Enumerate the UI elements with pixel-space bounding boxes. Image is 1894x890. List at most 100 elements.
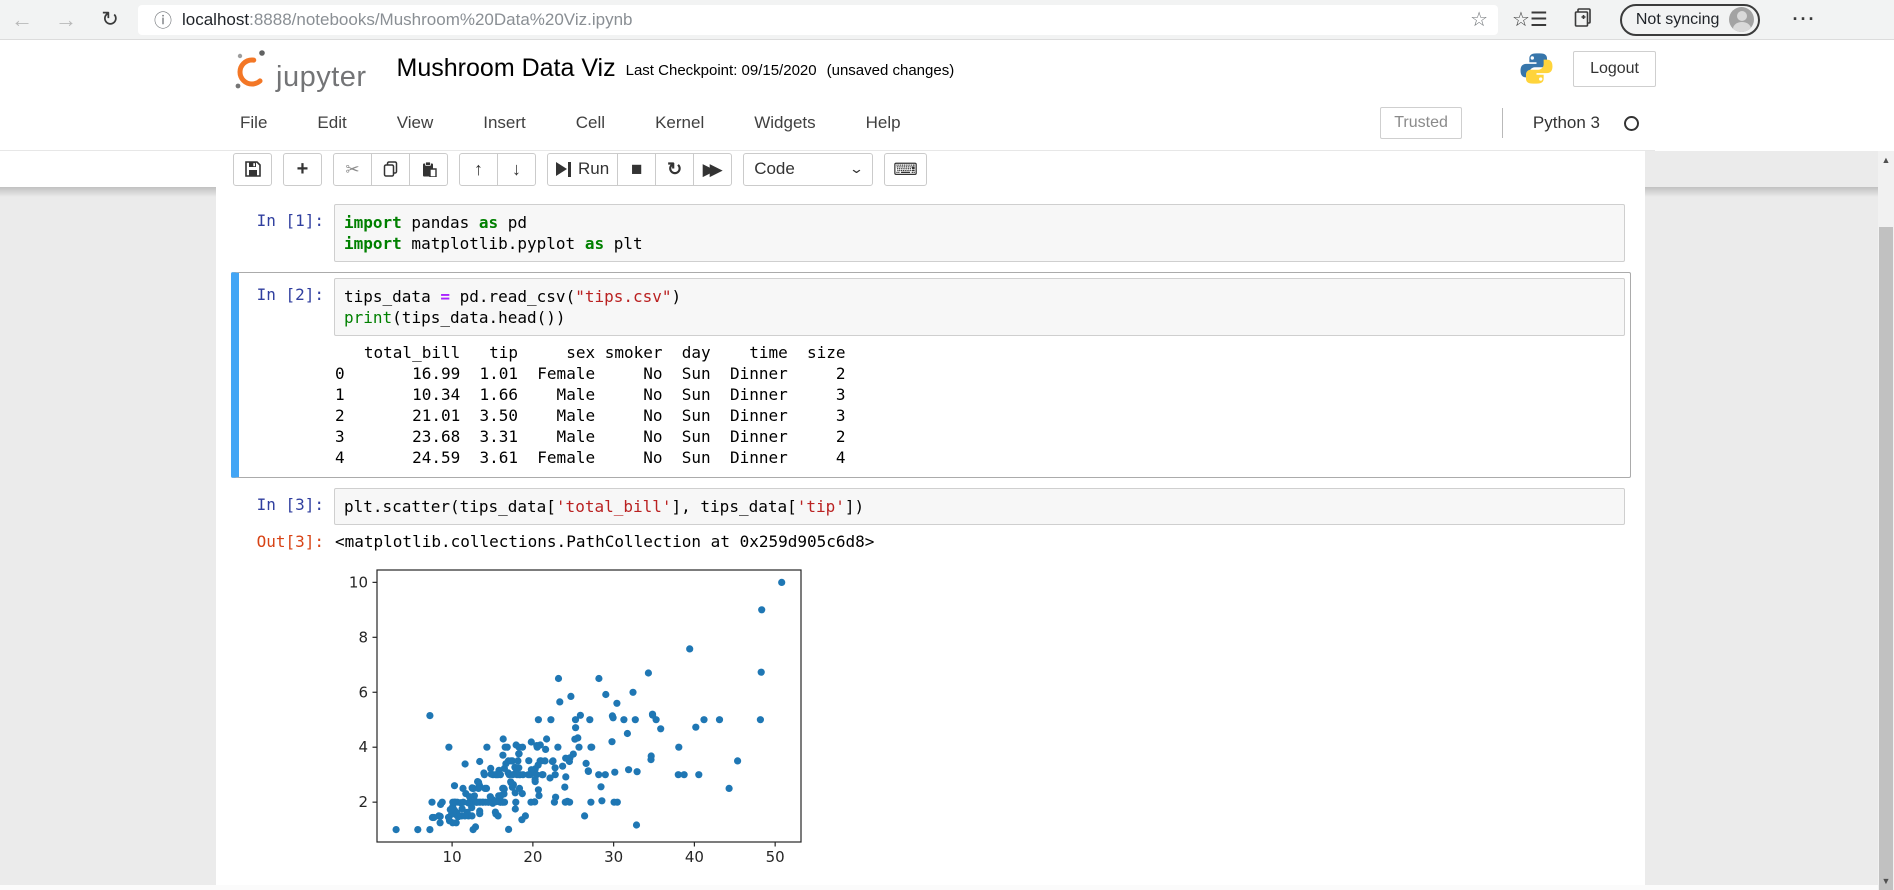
paste-cell-button[interactable] <box>409 152 448 186</box>
code-cell-1[interactable]: In [1]: import pandas as pd import matplot… <box>231 198 1631 268</box>
output-prompt-empty <box>239 558 334 881</box>
cell-type-value: Code <box>754 159 795 178</box>
kernel-name: Python 3 <box>1532 113 1600 132</box>
cut-cell-button[interactable]: ✂ <box>333 152 372 186</box>
add-favorite-icon[interactable]: ☆ <box>1470 7 1488 32</box>
menu-widgets[interactable]: Widgets <box>754 107 815 139</box>
svg-text:8: 8 <box>358 628 368 646</box>
input-prompt: In [3]: <box>256 495 324 514</box>
menu-file[interactable]: File <box>240 107 267 139</box>
jupyter-logo-icon <box>235 49 267 88</box>
notebook-title[interactable]: Mushroom Data Viz <box>397 54 616 83</box>
code-cell-3[interactable]: In [3]: plt.scatter(tips_data['total_bill… <box>231 482 1631 887</box>
svg-text:50: 50 <box>766 848 785 866</box>
favorites-bar-icon[interactable]: ☆☰ <box>1512 7 1548 32</box>
svg-text:6: 6 <box>358 683 368 701</box>
scroll-down-icon[interactable]: ▼ <box>1878 872 1894 890</box>
jupyter-logo-text: jupyter <box>276 60 367 93</box>
restart-kernel-button[interactable]: ↻ <box>655 152 695 186</box>
profile-sync-button[interactable]: Not syncing <box>1619 3 1761 36</box>
logout-button[interactable]: Logout <box>1573 50 1656 87</box>
site-info-icon[interactable]: ⓘ <box>154 7 172 33</box>
svg-text:2: 2 <box>358 793 368 811</box>
keyboard-icon: ⌨ <box>893 159 918 179</box>
svg-text:30: 30 <box>604 848 623 866</box>
restart-run-all-button[interactable]: ▶▶ <box>693 152 733 186</box>
result-repr: <matplotlib.collections.PathCollection a… <box>335 532 875 551</box>
menu-items: File Edit View Insert Cell Kernel Widgets Help <box>240 107 951 139</box>
save-button[interactable] <box>233 152 272 186</box>
chrome-buttons: ☆☰ Not syncing ··· <box>1512 3 1816 36</box>
add-cell-button[interactable]: + <box>283 152 322 186</box>
chevron-down-icon: ⌄ <box>849 161 865 176</box>
scissors-icon: ✂ <box>345 159 360 179</box>
svg-text:20: 20 <box>523 848 542 866</box>
toolbar-row: + ✂ ↑ ↓ Run ■ ↻ ▶▶ Code ⌄ ⌨ <box>0 151 1645 187</box>
trusted-badge: Trusted <box>1380 107 1462 139</box>
svg-text:4: 4 <box>358 738 368 756</box>
copy-cell-button[interactable] <box>371 152 410 186</box>
scroll-up-icon[interactable]: ▲ <box>1878 151 1894 169</box>
back-icon[interactable]: ← <box>0 7 44 33</box>
command-palette-button[interactable]: ⌨ <box>884 152 927 186</box>
notebook-header: jupyter Mushroom Data Viz Last Checkpoin… <box>0 41 1894 96</box>
stream-output: total_bill tip sex smoker day time size … <box>335 343 846 467</box>
output-prompt-empty <box>239 336 334 472</box>
address-bar[interactable]: ⓘ localhost:8888/notebooks/Mushroom%20Da… <box>138 4 1498 35</box>
interrupt-kernel-button[interactable]: ■ <box>617 152 657 186</box>
menu-edit[interactable]: Edit <box>317 107 346 139</box>
url-path: :8888/notebooks/Mushroom%20Data%20Viz.ip… <box>249 9 633 29</box>
kernel-idle-icon <box>1624 115 1639 131</box>
notebook-container: In [1]: import pandas as pd import matplot… <box>216 187 1645 890</box>
svg-text:10: 10 <box>443 848 462 866</box>
input-prompt: In [1]: <box>256 211 324 230</box>
paste-icon <box>422 161 437 177</box>
divider <box>1501 108 1503 138</box>
browser-window: ← → ↻ ⓘ localhost:8888/notebooks/Mushroo… <box>0 0 1894 890</box>
autosave-status: (unsaved changes) <box>826 62 955 79</box>
fast-forward-icon: ▶▶ <box>702 159 723 179</box>
code-input-area[interactable]: import pandas as pd import matplotlib.pyp… <box>334 204 1625 262</box>
scrollbar-thumb[interactable] <box>1879 227 1893 890</box>
browser-menu-icon[interactable]: ··· <box>1792 9 1816 30</box>
forward-icon[interactable]: → <box>44 7 88 33</box>
run-button[interactable]: Run <box>547 152 619 186</box>
menu-help[interactable]: Help <box>866 107 901 139</box>
svg-text:40: 40 <box>685 848 704 866</box>
code-cell-2[interactable]: In [2]: tips_data = pd.read_csv("tips.csv… <box>231 272 1631 478</box>
input-prompt: In [2]: <box>256 285 324 304</box>
plus-icon: + <box>296 158 309 180</box>
run-label: Run <box>578 159 610 178</box>
profile-avatar <box>1729 7 1755 32</box>
checkpoint-label: Last Checkpoint: 09/15/2020 <box>625 62 817 79</box>
step-forward-icon <box>556 161 571 177</box>
arrow-up-icon: ↑ <box>474 159 483 179</box>
url-host: localhost <box>182 9 250 29</box>
menu-cell[interactable]: Cell <box>576 107 605 139</box>
python-logo-icon <box>1520 53 1553 84</box>
refresh-icon[interactable]: ↻ <box>88 7 132 32</box>
copy-icon <box>383 161 397 177</box>
svg-text:10: 10 <box>349 573 368 591</box>
move-cell-down-button[interactable]: ↓ <box>497 152 536 186</box>
menu-view[interactable]: View <box>397 107 434 139</box>
move-cell-up-button[interactable]: ↑ <box>459 152 498 186</box>
sync-status-label: Not syncing <box>1635 10 1720 28</box>
menu-kernel[interactable]: Kernel <box>655 107 704 139</box>
vertical-scrollbar[interactable]: ▲ ▼ <box>1878 151 1894 890</box>
stop-icon: ■ <box>630 158 643 180</box>
cell-type-select[interactable]: Code ⌄ <box>743 152 874 186</box>
scatter-plot: 10 20 30 40 50 2 4 6 8 10 <box>334 562 836 874</box>
save-icon <box>244 161 261 177</box>
output-prompt: Out[3]: <box>256 532 324 551</box>
code-input-area[interactable]: plt.scatter(tips_data['total_bill'], tip… <box>334 488 1625 525</box>
refresh-icon: ↻ <box>667 159 683 179</box>
code-input-area[interactable]: tips_data = pd.read_csv("tips.csv") print… <box>334 278 1625 336</box>
browser-chrome: ← → ↻ ⓘ localhost:8888/notebooks/Mushroo… <box>0 0 1894 40</box>
menubar-row: File Edit View Insert Cell Kernel Widgets Help … <box>0 96 1894 151</box>
menu-insert[interactable]: Insert <box>483 107 526 139</box>
jupyter-logo[interactable]: jupyter <box>232 48 367 93</box>
arrow-down-icon: ↓ <box>512 159 521 179</box>
collections-icon[interactable] <box>1574 7 1594 33</box>
horizontal-scrollbar-track <box>0 885 1878 890</box>
